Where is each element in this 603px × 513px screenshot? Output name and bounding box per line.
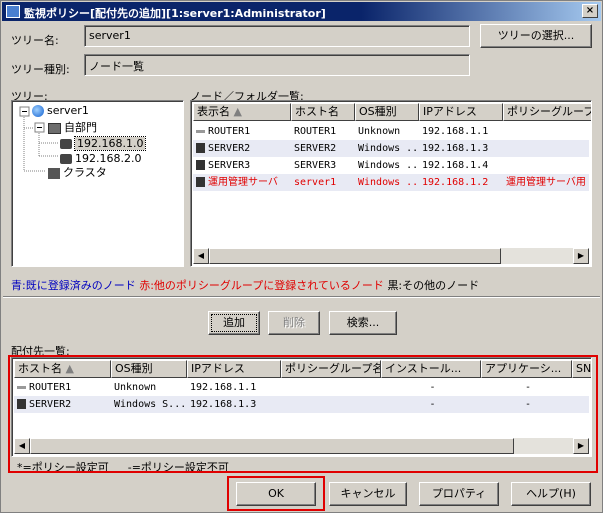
col-host-name[interactable]: ホスト名 [291,103,355,121]
policy-dialog: 監視ポリシー[配付先の追加][1:server1:Administrator] … [0,0,603,513]
table-row[interactable]: SERVER3 SERVER3 Windows ... 192.168.1.4 [193,157,589,174]
tree-item-label: 192.168.1.0 [73,136,147,151]
folder-icon [48,122,61,134]
network-icon [60,139,72,149]
separator [3,296,600,298]
table-row[interactable]: SERVER2 SERVER2 Windows ... 192.168.1.3 [193,140,589,157]
scroll-right-icon[interactable]: ▶ [573,248,589,264]
col-os-type[interactable]: OS種別 [355,103,419,121]
title-bar: 監視ポリシー[配付先の追加][1:server1:Administrator] … [2,2,601,21]
properties-button[interactable]: プロパティ [419,482,499,506]
scroll-thumb[interactable] [209,248,501,264]
tree-item-cluster[interactable]: クラスタ [48,165,107,181]
tree-item-label: クラスタ [63,166,107,179]
server-icon [196,177,205,187]
table-row[interactable]: 運用管理サーバ server1 Windows ... 192.168.1.2 … [193,174,589,191]
router-icon [196,129,205,133]
col-display-name[interactable]: 表示名 ▲ [193,103,291,121]
tree-item-label: server1 [47,104,89,117]
help-button[interactable]: ヘルプ(H) [511,482,591,506]
color-legend: 青:既に登録済みのノード 赤:他のポリシーグループに登録されているノード 黒:そ… [11,277,479,293]
node-list-hscroll[interactable]: ◀ ▶ [193,248,589,264]
tree-panel: server1 自部門 192.168.1.0 192.168.2.0 クラスタ [11,100,184,267]
add-button[interactable]: 追加 [208,311,260,335]
tree-name-label: ツリー名: [11,34,59,47]
search-button[interactable]: 検索... [329,311,397,335]
tree-type-label: ツリー種別: [11,63,70,76]
tree-type-field: ノード一覧 [84,54,470,76]
scroll-left-icon[interactable]: ◀ [193,248,209,264]
legend-red: 赤:他のポリシーグループに登録されているノード [139,279,384,292]
network-icon [60,154,72,164]
tree-item-label: 192.168.2.0 [75,152,142,165]
select-tree-button[interactable]: ツリーの選択... [480,24,592,48]
legend-black: 黒:その他のノード [387,279,480,292]
tree-item-server1[interactable]: server1 [32,103,89,119]
globe-icon [32,105,44,117]
table-row[interactable]: ROUTER1 ROUTER1 Unknown 192.168.1.1 [193,123,589,140]
tree-item-department[interactable]: 自部門 [48,120,97,136]
dest-list-highlight [8,355,598,473]
node-list: 表示名 ▲ ホスト名 OS種別 IPアドレス ポリシーグループ ROUTER1 … [190,100,592,267]
server-icon [196,160,205,170]
tree-item-label: 自部門 [64,121,97,134]
legend-blue: 青:既に登録済みのノード [11,279,136,292]
col-ip-address[interactable]: IPアドレス [419,103,503,121]
col-policy-group[interactable]: ポリシーグループ [503,103,591,121]
window-title: 監視ポリシー[配付先の追加][1:server1:Administrator] [24,7,326,20]
close-button[interactable]: × [582,4,598,18]
cluster-icon [48,167,60,179]
tree-lines [19,106,58,172]
delete-button[interactable]: 削除 [268,311,320,335]
node-list-header: 表示名 ▲ ホスト名 OS種別 IPアドレス ポリシーグループ [193,103,591,121]
ok-button-highlight [227,476,325,511]
cancel-button[interactable]: キャンセル [329,482,407,506]
window-icon [6,5,20,18]
tree-name-field: server1 [84,25,470,47]
server-icon [196,143,205,153]
tree-item-subnet-1[interactable]: 192.168.1.0 [60,136,147,152]
